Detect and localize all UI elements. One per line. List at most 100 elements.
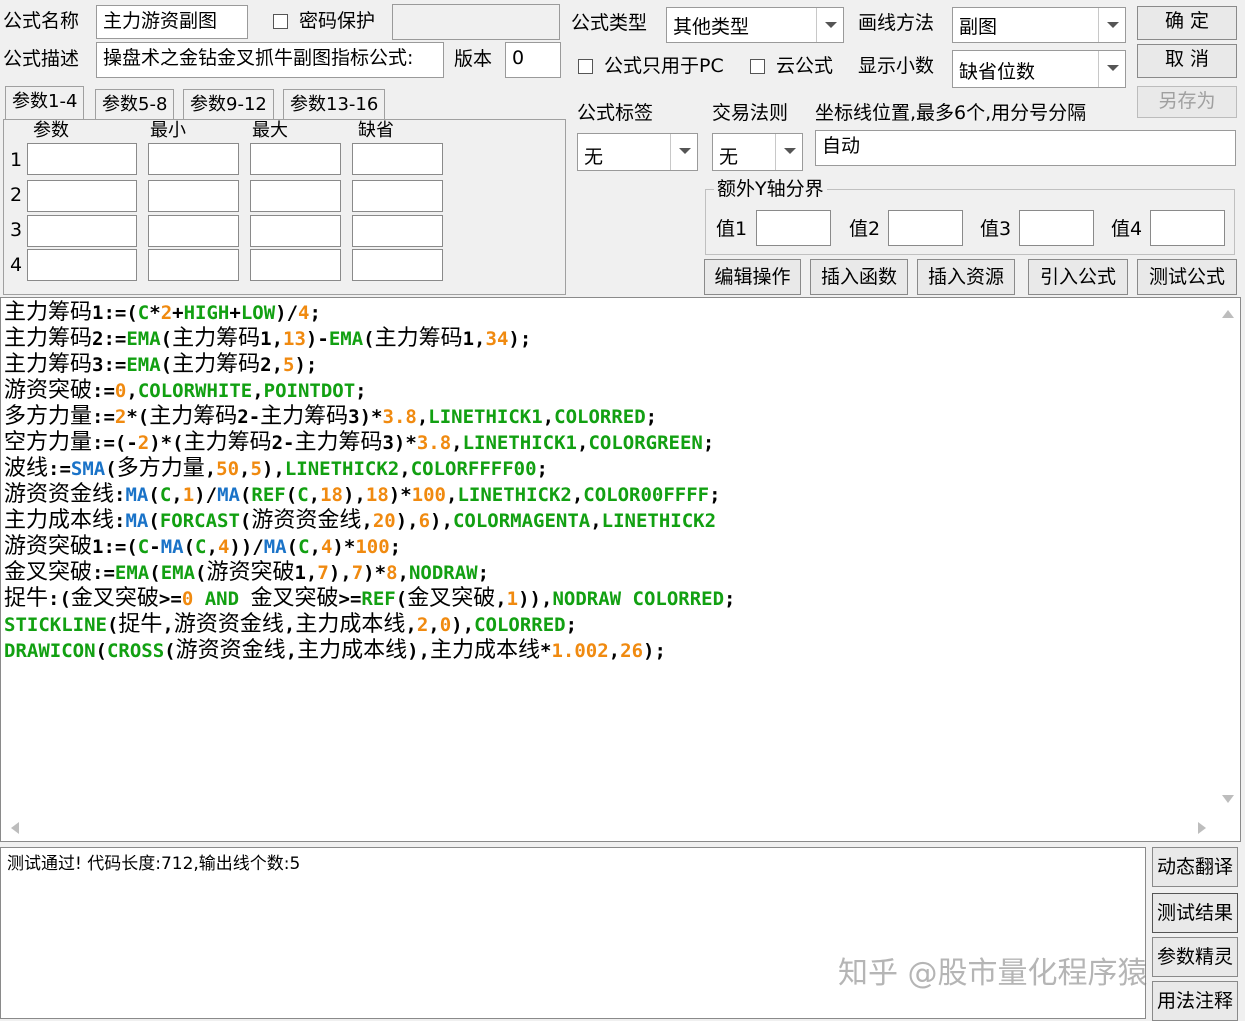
code-token: 游资突破 xyxy=(206,560,295,585)
decimals-select[interactable]: 缺省位数 xyxy=(952,50,1126,88)
code-token: 3.8 xyxy=(382,406,417,428)
code-token: FORCAST xyxy=(159,510,240,532)
param-2-name[interactable] xyxy=(27,180,137,212)
draw-method-label: 画线方法 xyxy=(858,12,935,34)
usage-notes-button[interactable]: 用法注释 xyxy=(1152,981,1238,1021)
code-token: HIGH xyxy=(183,302,230,324)
code-token: ), xyxy=(451,614,475,636)
version-input[interactable]: 0 xyxy=(505,42,561,78)
code-token: , xyxy=(252,380,264,402)
param-3-max[interactable] xyxy=(250,215,341,247)
code-token: 1, xyxy=(294,562,318,584)
param-4-max[interactable] xyxy=(250,249,341,281)
import-formula-button[interactable]: 引入公式 xyxy=(1028,259,1128,295)
param-4-min[interactable] xyxy=(148,249,239,281)
code-token: 主力筹码 xyxy=(172,326,261,351)
insert-resource-button[interactable]: 插入资源 xyxy=(917,259,1015,295)
code-token: 0 xyxy=(114,380,127,402)
param-1-name[interactable] xyxy=(27,143,137,175)
param-col-header: 最小 xyxy=(150,120,186,141)
save-as-button[interactable]: 另存为 xyxy=(1137,86,1237,118)
cloud-label: 云公式 xyxy=(776,55,834,77)
code-token: CROSS xyxy=(106,640,165,662)
code-token: 50 xyxy=(216,458,240,480)
code-token: , xyxy=(309,536,321,558)
cloud-checkbox[interactable] xyxy=(750,59,765,74)
formula-name-input[interactable]: 主力游资副图 xyxy=(96,5,248,39)
code-token: 1:=( xyxy=(92,302,138,324)
code-token: , xyxy=(361,510,373,532)
formula-desc-input[interactable]: 操盘术之金钻金叉抓牛副图指标公式: xyxy=(96,42,444,78)
chevron-down-icon[interactable] xyxy=(670,134,697,170)
chevron-down-icon[interactable] xyxy=(1098,8,1125,42)
password-checkbox[interactable] xyxy=(273,14,288,29)
chevron-down-icon[interactable] xyxy=(816,8,843,42)
scroll-left-icon[interactable] xyxy=(11,822,19,834)
param-wizard-button[interactable]: 参数精灵 xyxy=(1152,937,1238,977)
chevron-down-icon[interactable] xyxy=(775,134,802,170)
test-result-button[interactable]: 测试结果 xyxy=(1152,893,1238,933)
insert-function-button[interactable]: 插入函数 xyxy=(810,259,908,295)
code-token: 主力筹码 xyxy=(4,300,93,325)
code-token: , xyxy=(162,614,174,636)
code-token: )*( xyxy=(149,432,184,454)
code-token: EMA xyxy=(126,328,161,350)
code-token: 20 xyxy=(372,510,396,532)
code-token: 2 xyxy=(416,614,429,636)
code-token: , xyxy=(239,458,251,480)
chevron-down-icon[interactable] xyxy=(1098,51,1125,87)
edit-operation-button[interactable]: 编辑操作 xyxy=(704,259,801,295)
y-value-2-input[interactable] xyxy=(888,210,963,246)
code-token: 1 xyxy=(182,484,195,506)
cancel-button[interactable]: 取 消 xyxy=(1137,44,1237,78)
pc-only-checkbox[interactable] xyxy=(578,59,593,74)
code-token: 4 xyxy=(320,536,333,558)
param-2-default[interactable] xyxy=(352,180,443,212)
param-1-max[interactable] xyxy=(250,143,341,175)
trade-rule-label: 交易法则 xyxy=(712,102,789,124)
scroll-down-icon[interactable] xyxy=(1222,795,1234,803)
y-value-1-input[interactable] xyxy=(756,210,831,246)
param-4-default[interactable] xyxy=(352,249,443,281)
scroll-up-icon[interactable] xyxy=(1222,310,1234,318)
ok-button[interactable]: 确 定 xyxy=(1137,6,1237,40)
code-token: :( xyxy=(48,588,71,610)
trade-rule-value: 无 xyxy=(719,146,739,168)
code-token: ( xyxy=(148,484,160,506)
scroll-right-icon[interactable] xyxy=(1198,822,1206,834)
code-token: 多方力量 xyxy=(116,456,205,481)
y-value-3-input[interactable] xyxy=(1019,210,1094,246)
param-3-default[interactable] xyxy=(352,215,443,247)
param-row-number: 4 xyxy=(10,254,23,276)
y-value-4-input[interactable] xyxy=(1150,210,1225,246)
formula-type-select[interactable]: 其他类型 xyxy=(666,7,844,43)
param-3-name[interactable] xyxy=(27,215,137,247)
code-line: 主力成本线:MA(FORCAST(游资资金线,20),6),COLORMAGEN… xyxy=(4,508,716,534)
code-editor[interactable]: 主力筹码1:=(C*2+HIGH+LOW)/4; 主力筹码2:=EMA(主力筹码1… xyxy=(0,297,1241,842)
param-2-max[interactable] xyxy=(250,180,341,212)
tab-params-9-12[interactable]: 参数9-12 xyxy=(183,89,274,119)
code-token: ; xyxy=(645,406,658,428)
axis-position-input[interactable]: 自动 xyxy=(815,130,1236,166)
formula-tag-select[interactable]: 无 xyxy=(577,133,698,171)
param-1-default[interactable] xyxy=(352,143,443,175)
status-message: 测试通过! 代码长度:712,输出线个数:5 xyxy=(7,854,301,874)
trade-rule-select[interactable]: 无 xyxy=(712,133,803,171)
param-2-min[interactable] xyxy=(148,180,239,212)
code-token: 金叉突破 xyxy=(4,560,93,585)
param-4-name[interactable] xyxy=(27,249,137,281)
code-token: ( xyxy=(395,588,408,610)
code-token: LINETHICK2 xyxy=(284,458,400,480)
tab-params-5-8[interactable]: 参数5-8 xyxy=(95,89,175,119)
code-token: 多方力量 xyxy=(4,404,93,429)
param-1-min[interactable] xyxy=(148,143,239,175)
code-token: MA xyxy=(125,510,149,532)
password-input[interactable] xyxy=(392,4,560,40)
dynamic-translate-button[interactable]: 动态翻译 xyxy=(1152,847,1238,887)
test-formula-button[interactable]: 测试公式 xyxy=(1137,259,1237,295)
draw-method-select[interactable]: 副图 xyxy=(952,7,1126,43)
tab-params-1-4[interactable]: 参数1-4 xyxy=(5,86,85,120)
tab-params-13-16[interactable]: 参数13-16 xyxy=(283,89,386,119)
param-3-min[interactable] xyxy=(148,215,239,247)
code-token: NODRAW COLORRED xyxy=(552,588,725,610)
